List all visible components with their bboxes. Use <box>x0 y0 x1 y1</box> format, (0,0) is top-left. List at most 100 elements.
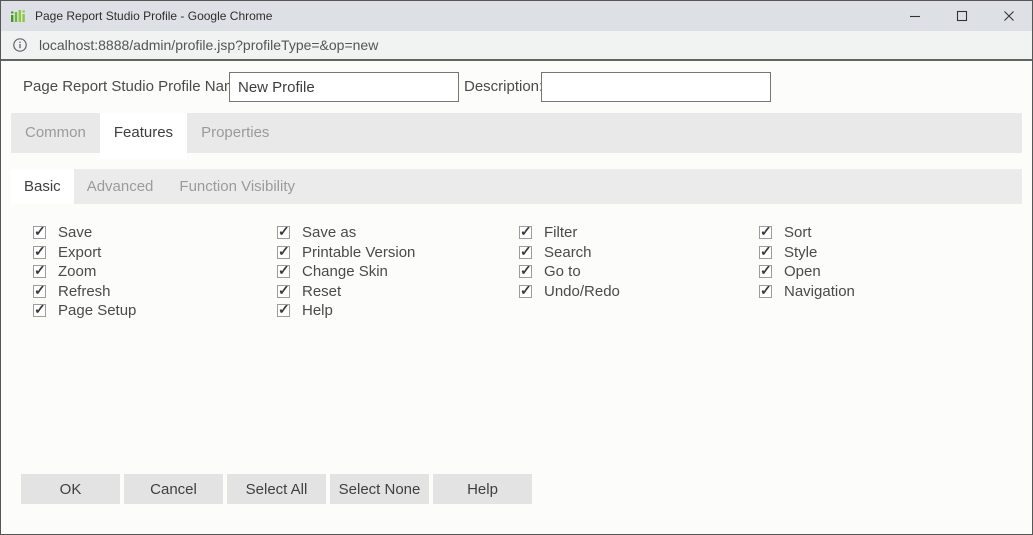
feature-label: Change Skin <box>302 263 388 281</box>
feature-label: Navigation <box>784 282 855 300</box>
feature-label: Save as <box>302 224 357 242</box>
minimize-button[interactable] <box>891 1 938 31</box>
subtab-label: Basic <box>24 178 61 195</box>
feature-row: Printable Version <box>277 243 512 263</box>
feature-label: Export <box>58 243 102 261</box>
tab-features[interactable]: Features <box>99 113 188 159</box>
close-button[interactable] <box>985 1 1032 31</box>
profile-name-label: Page Report Studio Profile Name: <box>23 78 249 95</box>
feature-label: Go to <box>544 263 581 281</box>
subtab-advanced[interactable]: Advanced <box>74 169 167 204</box>
checkbox-navigation[interactable] <box>759 282 772 299</box>
tab-label: Common <box>25 124 86 141</box>
feature-label: Zoom <box>58 263 97 281</box>
checkbox-filter[interactable] <box>519 223 532 240</box>
feature-row: Style <box>759 243 994 263</box>
maximize-button[interactable] <box>938 1 985 31</box>
feature-label: Filter <box>544 224 578 242</box>
feature-row: Search <box>519 243 754 263</box>
tab-common[interactable]: Common <box>11 113 100 153</box>
button-label: Select None <box>338 480 421 498</box>
button-label: Cancel <box>150 480 197 498</box>
feature-row: Change Skin <box>277 262 512 282</box>
feature-row: Refresh <box>33 282 268 302</box>
feature-label: Search <box>544 243 592 261</box>
feature-row: Filter <box>519 223 754 243</box>
checkbox-printable-version[interactable] <box>277 243 290 260</box>
maximize-icon <box>956 10 967 22</box>
checkbox-go-to[interactable] <box>519 262 532 279</box>
sub-tab-bar: Basic Advanced Function Visibility <box>11 169 1022 204</box>
checkbox-export[interactable] <box>33 243 46 260</box>
feature-row: Save <box>33 223 268 243</box>
checkbox-zoom[interactable] <box>33 262 46 279</box>
profile-name-input[interactable] <box>229 72 459 102</box>
tab-label: Properties <box>201 124 270 141</box>
checkbox-undo-redo[interactable] <box>519 282 532 299</box>
description-input[interactable] <box>541 72 771 102</box>
info-icon[interactable] <box>12 37 28 53</box>
feature-label: Printable Version <box>302 243 416 261</box>
button-help[interactable]: Help <box>433 474 532 504</box>
feature-row: Save as <box>277 223 512 243</box>
checkbox-help[interactable] <box>277 301 290 318</box>
checkbox-open[interactable] <box>759 262 772 279</box>
tab-properties[interactable]: Properties <box>187 113 283 153</box>
feature-row: Reset <box>277 282 512 302</box>
button-label: Help <box>467 480 498 498</box>
button-cancel[interactable]: Cancel <box>124 474 223 504</box>
tab-label: Features <box>113 124 174 141</box>
feature-row: Navigation <box>759 282 994 302</box>
button-select-all[interactable]: Select All <box>227 474 326 504</box>
feature-label: Reset <box>302 282 342 300</box>
subtab-label: Function Visibility <box>179 178 296 195</box>
page-url: localhost:8888/admin/profile.jsp?profile… <box>39 37 379 53</box>
button-ok[interactable]: OK <box>21 474 120 504</box>
checkbox-sort[interactable] <box>759 223 772 240</box>
checkbox-save-as[interactable] <box>277 223 290 240</box>
feature-label: Open <box>784 263 821 281</box>
button-label: OK <box>59 480 82 498</box>
feature-label: Refresh <box>58 282 111 300</box>
feature-row: Sort <box>759 223 994 243</box>
window-title: Page Report Studio Profile - Google Chro… <box>35 9 273 23</box>
close-icon <box>1003 11 1014 21</box>
checkbox-reset[interactable] <box>277 282 290 299</box>
app-logo-icon <box>11 10 25 22</box>
url-bar: localhost:8888/admin/profile.jsp?profile… <box>1 31 1032 61</box>
subtab-function-visibility[interactable]: Function Visibility <box>166 169 308 204</box>
checkbox-save[interactable] <box>33 223 46 240</box>
minimize-icon <box>909 15 920 18</box>
button-label: Select All <box>245 480 308 498</box>
feature-column-3: Filter Search Go to Undo/Redo <box>519 223 754 301</box>
feature-label: Sort <box>784 224 812 242</box>
feature-column-4: Sort Style Open Navigation <box>759 223 994 301</box>
feature-label: Style <box>784 243 818 261</box>
title-bar: Page Report Studio Profile - Google Chro… <box>1 1 1032 31</box>
feature-label: Help <box>302 302 333 320</box>
button-select-none[interactable]: Select None <box>330 474 429 504</box>
feature-row: Export <box>33 243 268 263</box>
checkbox-style[interactable] <box>759 243 772 260</box>
checkbox-refresh[interactable] <box>33 282 46 299</box>
feature-row: Page Setup <box>33 301 268 321</box>
feature-label: Undo/Redo <box>544 282 620 300</box>
feature-row: Go to <box>519 262 754 282</box>
subtab-label: Advanced <box>86 178 154 195</box>
feature-column-1: Save Export Zoom Refresh <box>33 223 268 321</box>
footer-button-bar: OK Cancel Select All Select None Help <box>21 474 532 504</box>
feature-label: Page Setup <box>58 302 137 320</box>
checkbox-change-skin[interactable] <box>277 262 290 279</box>
checkbox-search[interactable] <box>519 243 532 260</box>
checkbox-page-setup[interactable] <box>33 301 46 318</box>
feature-row: Help <box>277 301 512 321</box>
feature-label: Save <box>58 224 93 242</box>
feature-row: Undo/Redo <box>519 282 754 302</box>
feature-column-2: Save as Printable Version Change Skin <box>277 223 512 321</box>
feature-row: Open <box>759 262 994 282</box>
window-controls <box>891 1 1032 31</box>
page-content: Page Report Studio Profile Name: Descrip… <box>1 61 1032 534</box>
subtab-basic[interactable]: Basic <box>11 169 74 204</box>
browser-popup-window: Page Report Studio Profile - Google Chro… <box>0 0 1033 535</box>
feature-row: Zoom <box>33 262 268 282</box>
